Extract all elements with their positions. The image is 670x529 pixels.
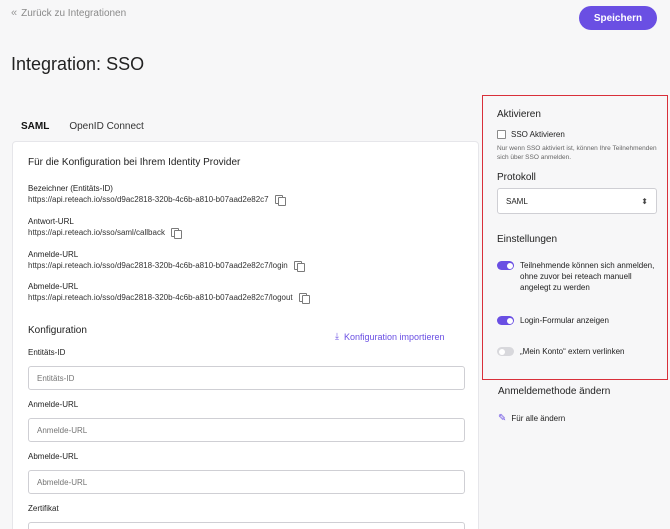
entity-id-label: Entitäts-ID xyxy=(28,348,66,357)
idp-entity-id-label: Bezeichner (Entitäts-ID) xyxy=(28,184,113,193)
copy-icon[interactable] xyxy=(293,261,305,272)
tab-saml[interactable]: SAML xyxy=(21,121,49,132)
idp-entity-id-value: https://api.reteach.io/sso/d9ac2818-320b… xyxy=(28,195,269,204)
logout-url-label: Abmelde-URL xyxy=(28,452,79,461)
idp-login-url: Anmelde-URL https://api.reteach.io/sso/d… xyxy=(28,249,305,272)
auto-create-label: Teilnehmende können sich anmelden, ohne … xyxy=(520,261,655,292)
login-method-heading: Anmeldemethode ändern xyxy=(498,386,611,397)
back-link[interactable]: « Zurück zu Integrationen xyxy=(11,7,126,19)
sso-hint: Nur wenn SSO aktiviert ist, können Ihre … xyxy=(497,145,657,161)
toggle-row-login-form[interactable]: Login-Formular anzeigen xyxy=(497,315,657,326)
idp-login-url-value: https://api.reteach.io/sso/d9ac2818-320b… xyxy=(28,261,288,270)
protocol-tabs: SAML OpenID Connect xyxy=(21,121,144,132)
saml-config-card: Für die Konfiguration bei Ihrem Identity… xyxy=(12,141,479,529)
sso-activate-checkbox[interactable] xyxy=(497,130,506,139)
idp-reply-url-value: https://api.reteach.io/sso/saml/callback xyxy=(28,228,165,237)
page-title: Integration: SSO xyxy=(11,54,145,74)
toggle-row-my-account[interactable]: „Mein Konto“ extern verlinken xyxy=(497,346,657,357)
download-icon: ⤓ xyxy=(335,331,339,341)
idp-entity-id: Bezeichner (Entitäts-ID) https://api.ret… xyxy=(28,183,286,206)
auto-create-toggle[interactable] xyxy=(497,261,514,270)
copy-icon[interactable] xyxy=(298,293,310,304)
back-link-label: Zurück zu Integrationen xyxy=(21,7,127,19)
login-form-label: Login-Formular anzeigen xyxy=(520,316,609,325)
certificate-label: Zertifikat xyxy=(28,504,59,513)
logout-url-input[interactable] xyxy=(28,470,465,494)
idp-logout-url-value: https://api.reteach.io/sso/d9ac2818-320b… xyxy=(28,293,293,302)
login-url-label: Anmelde-URL xyxy=(28,400,79,409)
idp-logout-url: Abmelde-URL https://api.reteach.io/sso/d… xyxy=(28,281,310,304)
sso-activate-label: SSO Aktivieren xyxy=(511,130,565,139)
idp-reply-url-label: Antwort-URL xyxy=(28,217,74,226)
change-for-all-label: Für alle ändern xyxy=(511,414,566,423)
protocol-heading: Protokoll xyxy=(497,172,536,183)
import-config-link[interactable]: ⤓ Konfiguration importieren xyxy=(335,331,445,342)
pencil-icon: ✎ xyxy=(498,413,507,424)
my-account-label: „Mein Konto“ extern verlinken xyxy=(520,347,625,356)
protocol-select-value: SAML xyxy=(506,196,528,206)
import-config-label: Konfiguration importieren xyxy=(343,331,445,342)
idp-logout-url-label: Abmelde-URL xyxy=(28,282,79,291)
tab-openid-connect[interactable]: OpenID Connect xyxy=(69,121,144,132)
config-heading: Konfiguration xyxy=(28,325,87,336)
toggle-row-auto-create[interactable]: Teilnehmende können sich anmelden, ohne … xyxy=(497,260,657,293)
protocol-select[interactable]: SAML ⬍ xyxy=(497,188,657,214)
entity-id-input[interactable] xyxy=(28,366,465,390)
activate-heading: Aktivieren xyxy=(497,109,541,120)
idp-heading: Für die Konfiguration bei Ihrem Identity… xyxy=(28,157,241,168)
double-chevron-left-icon: « xyxy=(11,7,18,19)
idp-login-url-label: Anmelde-URL xyxy=(28,250,79,259)
login-form-toggle[interactable] xyxy=(497,316,514,325)
sso-activate-checkbox-row[interactable]: SSO Aktivieren xyxy=(497,130,565,139)
idp-reply-url: Antwort-URL https://api.reteach.io/sso/s… xyxy=(28,216,182,239)
save-button[interactable]: Speichern xyxy=(579,6,657,30)
certificate-input[interactable] xyxy=(28,522,465,529)
my-account-toggle[interactable] xyxy=(497,347,514,356)
login-url-input[interactable] xyxy=(28,418,465,442)
select-arrows-icon: ⬍ xyxy=(641,196,648,206)
sso-settings-panel: Aktivieren SSO Aktivieren Nur wenn SSO a… xyxy=(482,95,668,380)
copy-icon[interactable] xyxy=(274,195,286,206)
copy-icon[interactable] xyxy=(170,228,182,239)
change-for-all-link[interactable]: ✎ Für alle ändern xyxy=(498,413,565,424)
settings-heading: Einstellungen xyxy=(497,234,558,245)
